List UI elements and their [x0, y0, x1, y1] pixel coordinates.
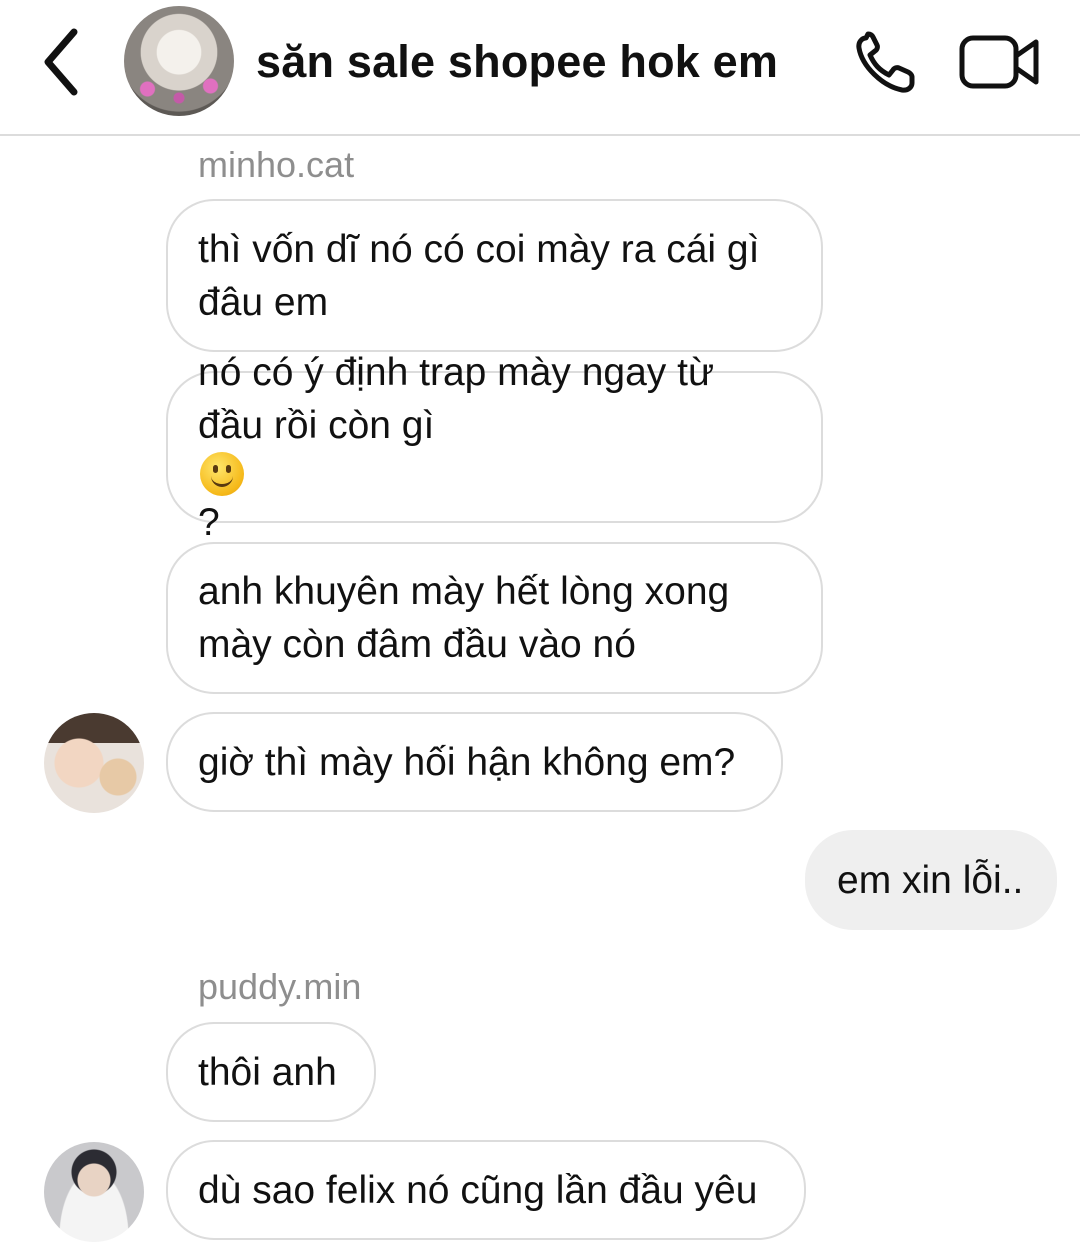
video-call-button[interactable]	[958, 34, 1042, 90]
message-bubble[interactable]: anh khuyên mày hết lòng xong mày còn đâm…	[166, 542, 823, 694]
message-text: thì vốn dĩ nó có coi mày ra cái gì	[198, 227, 760, 271]
message-bubble[interactable]: thì vốn dĩ nó có coi mày ra cái gì đâu e…	[166, 199, 823, 352]
phone-icon	[856, 31, 915, 93]
back-button[interactable]	[30, 22, 94, 102]
message-bubble[interactable]: nó có ý định trap mày ngay từ đầu rồi cò…	[166, 351, 823, 544]
chat-header: săn sale shopee hok em	[0, 0, 1080, 136]
message-text: đâu em	[198, 280, 329, 324]
message-bubble[interactable]: giờ thì mày hối hận không em?	[166, 712, 783, 812]
message-text: nó có ý định trap mày ngay từ	[198, 350, 715, 394]
sender-name: minho.cat	[198, 144, 355, 185]
message-bubble[interactable]: thôi anh	[166, 1022, 376, 1122]
sender-name: puddy.min	[198, 966, 362, 1007]
message-bubble[interactable]: dù sao felix nó cũng lần đầu yêu	[166, 1140, 806, 1240]
message-text: thôi anh	[198, 1050, 337, 1094]
message-text: giờ thì mày hối hận không em?	[198, 740, 736, 784]
message-text: mày còn đâm đầu vào nó	[198, 623, 636, 666]
outgoing-message-bubble[interactable]: em xin lỗi..	[805, 830, 1057, 930]
message-text: ?	[198, 500, 220, 544]
sender-avatar-puddy[interactable]	[44, 1142, 144, 1242]
voice-call-button[interactable]	[852, 30, 924, 98]
sender-avatar-minho[interactable]	[44, 713, 144, 813]
slightly-smiling-face-emoji	[200, 451, 244, 496]
message-text: em xin lỗi..	[837, 858, 1024, 902]
message-text: dù sao felix nó cũng lần đầu yêu	[198, 1168, 758, 1212]
message-text-line: đầu rồi còn gì ?	[198, 399, 714, 549]
avatar-flowers-decoration	[134, 74, 224, 104]
message-text: anh khuyên mày hết lòng xong	[198, 570, 730, 613]
chevron-left-icon	[44, 28, 78, 96]
chat-title[interactable]: săn sale shopee hok em	[256, 36, 778, 88]
message-text: đầu rồi còn gì	[198, 403, 435, 447]
video-camera-icon	[959, 35, 1039, 89]
group-avatar[interactable]	[124, 6, 234, 116]
